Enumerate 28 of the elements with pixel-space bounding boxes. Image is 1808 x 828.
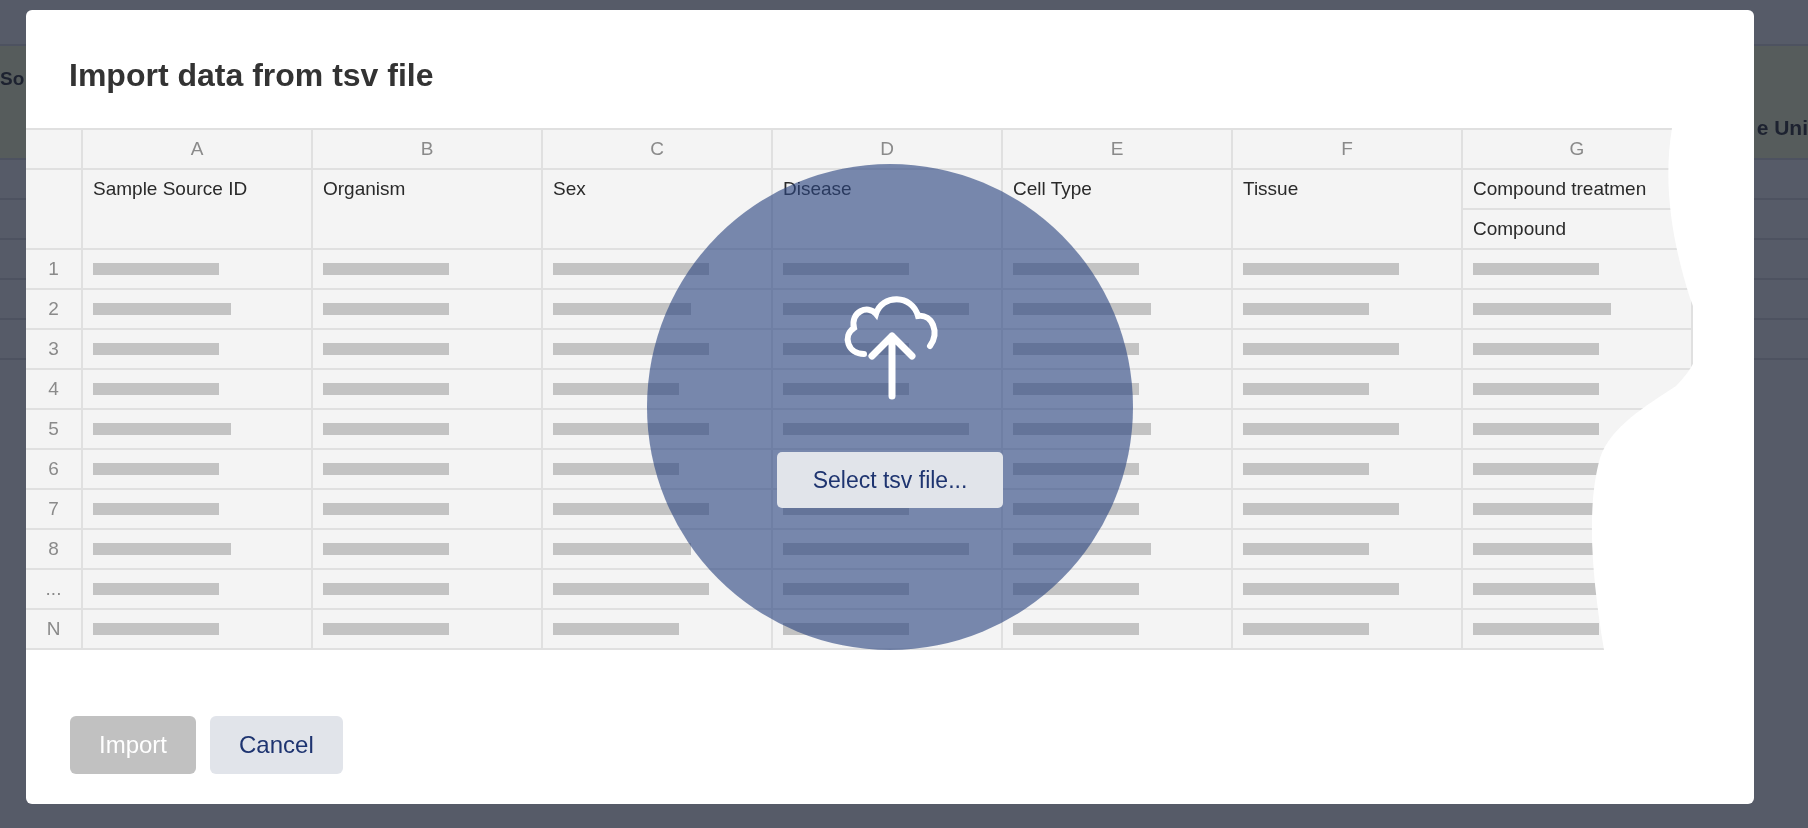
select-file-button[interactable]: Select tsv file... (777, 452, 1003, 508)
row-number: 3 (26, 330, 83, 370)
row-number: 8 (26, 530, 83, 570)
row-number: ... (26, 570, 83, 610)
column-header: Tissue (1233, 170, 1463, 250)
dialog-title: Import data from tsv file (68, 56, 435, 95)
background-heading: So (0, 68, 25, 91)
column-header: Sex (543, 170, 773, 250)
column-letter: A (83, 130, 313, 170)
column-letter: D (773, 130, 1003, 170)
background-heading: e Uni (1756, 116, 1808, 141)
column-header: Organism (313, 170, 543, 250)
column-letter: B (313, 130, 543, 170)
row-number: 5 (26, 410, 83, 450)
column-header: Sample Source ID (83, 170, 313, 250)
column-header: Disease (773, 170, 1003, 250)
column-header: Compound treatmen (1472, 177, 1648, 201)
row-number: 6 (26, 450, 83, 490)
row-number: N (26, 610, 83, 650)
row-number: 2 (26, 290, 83, 330)
row-number: 1 (26, 250, 83, 290)
column-letter: F (1233, 130, 1463, 170)
column-letter: E (1003, 130, 1233, 170)
column-header: Cell Type (1003, 170, 1233, 250)
dialog-button[interactable]: Cancel (210, 716, 343, 774)
row-number: 4 (26, 370, 83, 410)
column-letter: C (543, 130, 773, 170)
row-number: 7 (26, 490, 83, 530)
